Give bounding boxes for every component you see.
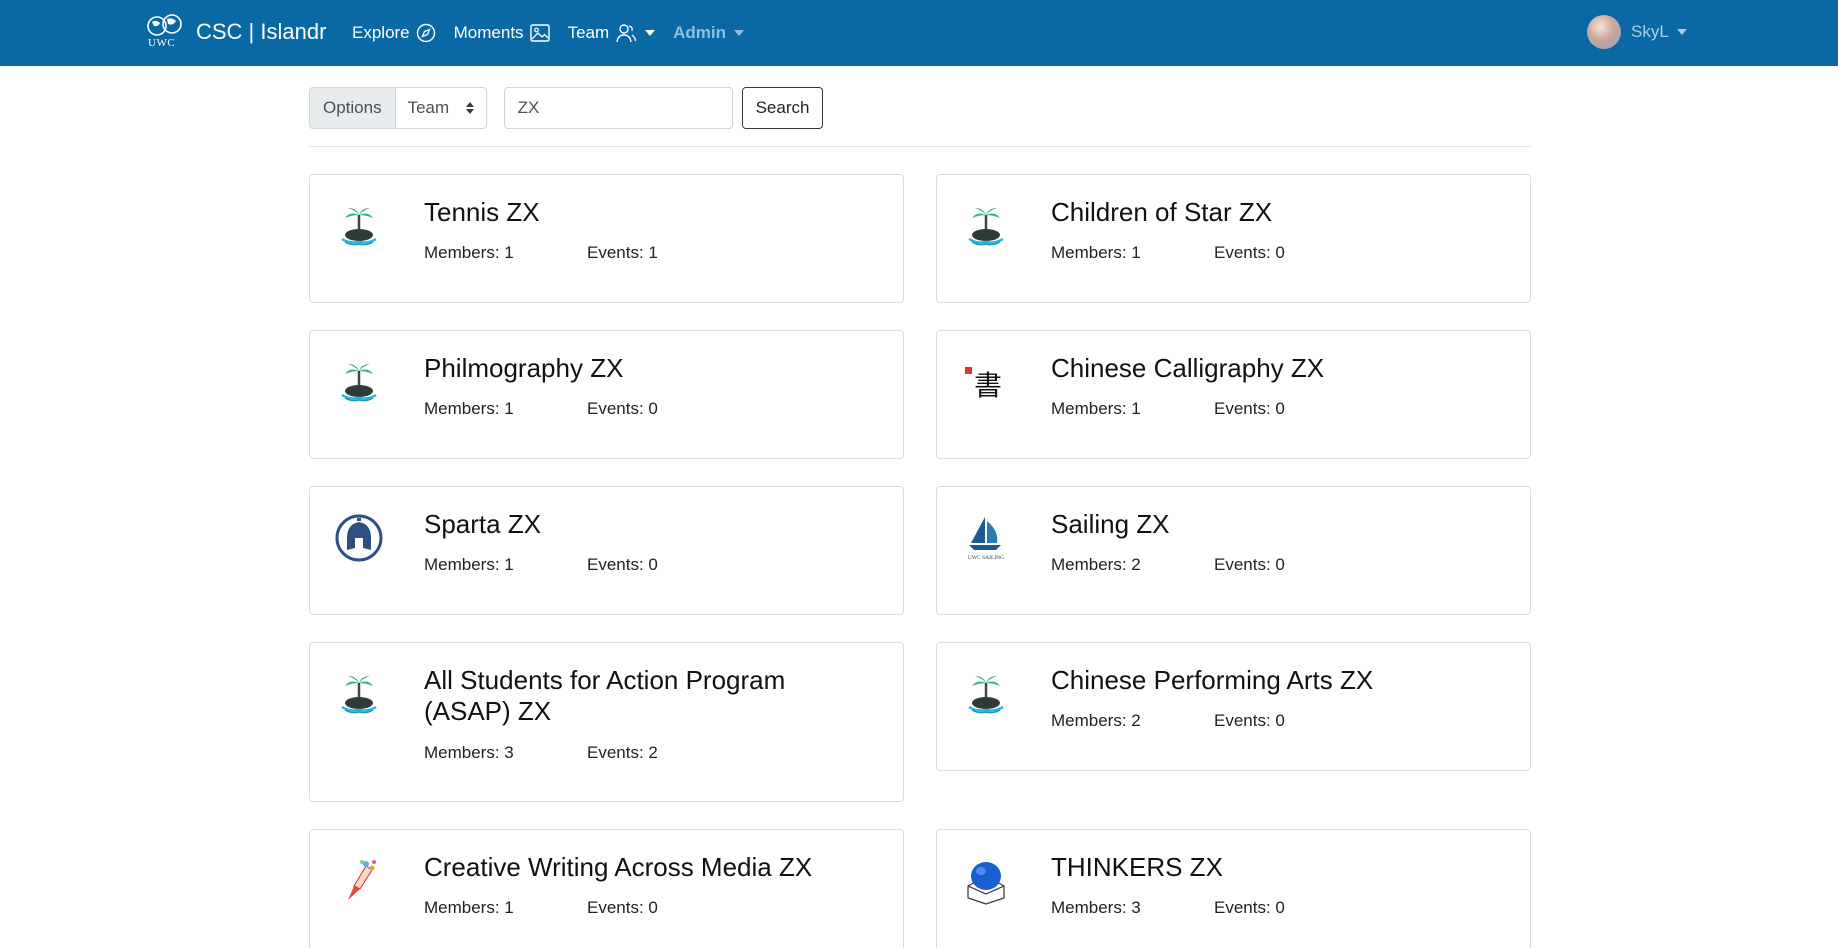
uwc-globe-logo-icon: UWC [146, 13, 184, 51]
members-count: Members: 1 [1051, 243, 1141, 262]
team-card-title[interactable]: Tennis ZX [424, 197, 864, 228]
nav-moments-label: Moments [453, 23, 524, 42]
members-count: Members: 1 [424, 243, 514, 262]
events-count: Events: 0 [1214, 898, 1285, 917]
team-card-title[interactable]: Chinese Performing Arts ZX [1051, 665, 1491, 696]
team-card-stats: Members: 3 Events: 2 [424, 743, 658, 763]
pen-icon [334, 856, 384, 906]
nav-admin-label: Admin [673, 23, 727, 42]
options-label: Options [310, 88, 396, 128]
team-card[interactable]: All Students for Action Program (ASAP) Z… [309, 642, 904, 802]
team-card-title[interactable]: Children of Star ZX [1051, 197, 1491, 228]
thinkers-icon [961, 856, 1011, 906]
members-count: Members: 1 [424, 399, 514, 418]
calligraphy-icon: 書 [961, 357, 1011, 407]
team-card[interactable]: Philmography ZX Members: 1 Events: 0 [309, 330, 904, 459]
events-count: Events: 0 [1214, 399, 1285, 418]
events-count: Events: 1 [587, 243, 658, 262]
team-card-title[interactable]: THINKERS ZX [1051, 852, 1491, 883]
type-select-value: Team [407, 98, 450, 117]
events-count: Events: 0 [1214, 711, 1285, 730]
team-card-stats: Members: 2 Events: 0 [1051, 711, 1285, 731]
members-count: Members: 1 [1051, 399, 1141, 418]
team-card-stats: Members: 2 Events: 0 [1051, 555, 1285, 575]
island-icon [961, 669, 1011, 719]
team-card-stats: Members: 1 Events: 0 [424, 399, 658, 419]
team-card-stats: Members: 1 Events: 0 [1051, 399, 1285, 419]
team-card-title[interactable]: Creative Writing Across Media ZX [424, 852, 864, 883]
team-card-stats: Members: 3 Events: 0 [1051, 898, 1285, 918]
nav-explore-label: Explore [352, 23, 410, 42]
chevron-down-icon [1676, 29, 1687, 35]
avatar [1587, 15, 1621, 49]
search-bar: Options Team Search [309, 87, 824, 129]
members-count: Members: 2 [1051, 555, 1141, 574]
events-count: Events: 0 [587, 399, 658, 418]
team-card[interactable]: 書 Chinese Calligraphy ZX Members: 1 Events… [936, 330, 1531, 459]
svg-text:書: 書 [974, 369, 1002, 402]
members-count: Members: 3 [1051, 898, 1141, 917]
nav-explore[interactable]: Explore [352, 23, 436, 43]
team-card[interactable]: THINKERS ZX Members: 3 Events: 0 [936, 829, 1531, 948]
events-count: Events: 0 [1214, 243, 1285, 262]
search-input[interactable] [503, 87, 733, 129]
search-button[interactable]: Search [741, 87, 824, 129]
island-icon [334, 669, 384, 719]
members-count: Members: 3 [424, 743, 514, 762]
island-icon [961, 201, 1011, 251]
events-count: Events: 0 [587, 898, 658, 917]
team-card-title[interactable]: Chinese Calligraphy ZX [1051, 353, 1491, 384]
nav-moments[interactable]: Moments [454, 23, 550, 43]
options-group: Options Team [309, 87, 487, 129]
uwc-logo-text: UWC [148, 37, 176, 49]
select-arrows-icon [465, 102, 474, 114]
chevron-down-icon [645, 30, 656, 36]
nav-admin-dropdown[interactable]: Admin [673, 23, 745, 43]
sailboat-icon: UWC SAILING [961, 513, 1011, 563]
username: SkyL [1631, 22, 1669, 41]
team-card-stats: Members: 1 Events: 0 [424, 555, 658, 575]
brand-title: CSC | Islandr [196, 19, 327, 44]
brand-link[interactable]: UWC CSC | Islandr [146, 13, 326, 51]
team-card-stats: Members: 1 Events: 0 [1051, 243, 1285, 263]
events-count: Events: 0 [1214, 555, 1285, 574]
team-card[interactable]: Tennis ZX Members: 1 Events: 1 [309, 174, 904, 303]
island-icon [334, 201, 384, 251]
people-icon [616, 24, 637, 43]
spartan-helmet-icon [334, 513, 384, 563]
divider [309, 146, 1531, 147]
events-count: Events: 2 [587, 743, 658, 762]
main-nav: Explore Moments Team Admin [352, 0, 762, 66]
team-card[interactable]: Children of Star ZX Members: 1 Events: 0 [936, 174, 1531, 303]
members-count: Members: 1 [424, 555, 514, 574]
team-card[interactable]: UWC SAILING Sailing ZX Members: 2 Events: … [936, 486, 1531, 615]
members-count: Members: 1 [424, 898, 514, 917]
team-card[interactable]: Sparta ZX Members: 1 Events: 0 [309, 486, 904, 615]
team-card-title[interactable]: Sailing ZX [1051, 509, 1491, 540]
chevron-down-icon [734, 30, 745, 36]
team-card-title[interactable]: Sparta ZX [424, 509, 864, 540]
team-card-stats: Members: 1 Events: 0 [424, 898, 658, 918]
nav-team-label: Team [567, 23, 610, 42]
events-count: Events: 0 [587, 555, 658, 574]
team-card[interactable]: Chinese Performing Arts ZX Members: 2 Even… [936, 642, 1531, 771]
members-count: Members: 2 [1051, 711, 1141, 730]
svg-text:UWC SAILING: UWC SAILING [968, 555, 1004, 561]
nav-team-dropdown[interactable]: Team [568, 23, 656, 43]
team-card-title[interactable]: All Students for Action Program (ASAP) Z… [424, 665, 864, 727]
team-card[interactable]: Creative Writing Across Media ZX Members:… [309, 829, 904, 948]
top-navbar: UWC CSC | Islandr Explore Moments Team A… [0, 0, 1838, 66]
team-card-stats: Members: 1 Events: 1 [424, 243, 658, 263]
image-icon [529, 24, 550, 42]
type-select[interactable]: Team [395, 88, 486, 128]
user-menu-dropdown[interactable]: SkyL [1587, 15, 1687, 49]
team-card-title[interactable]: Philmography ZX [424, 353, 864, 384]
island-icon [334, 357, 384, 407]
compass-icon [416, 23, 435, 43]
